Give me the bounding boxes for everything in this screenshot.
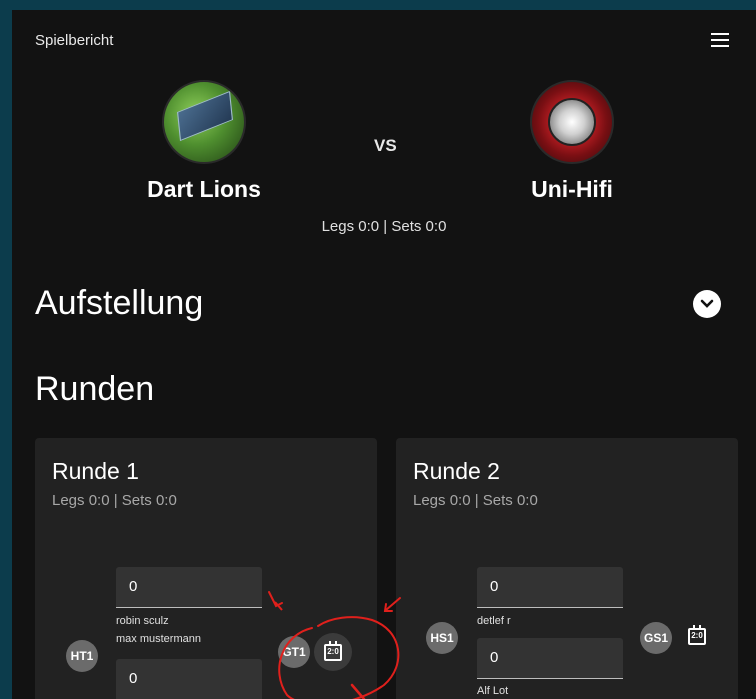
menu-icon[interactable] xyxy=(711,33,729,47)
app-window: Spielbericht Dart Lions VS Uni-Hifi Legs… xyxy=(12,10,756,699)
round-score: Legs 0:0 | Sets 0:0 xyxy=(413,492,538,509)
leg-score-field[interactable]: 0 xyxy=(116,567,262,608)
leg-score-field[interactable]: 0 xyxy=(116,659,262,699)
away-team: Uni-Hifi xyxy=(472,80,672,203)
home-team: Dart Lions xyxy=(104,80,304,203)
home-team-logo xyxy=(162,80,246,164)
scoreboard-icon: 2:0 xyxy=(324,641,342,661)
home-player-badge: HT1 xyxy=(66,640,98,672)
app-title: Spielbericht xyxy=(35,32,114,49)
scoreboard-icon[interactable]: 2:0 xyxy=(688,625,706,645)
leg-score-value: 0 xyxy=(490,578,499,595)
leg-score-field[interactable]: 0 xyxy=(477,567,623,608)
player-name: detlef r xyxy=(477,615,511,627)
away-player-badge: GT1 xyxy=(278,636,310,668)
player-name: Alf Lot xyxy=(477,685,509,697)
round-card-1: Runde 1 Legs 0:0 | Sets 0:0 0 robin scul… xyxy=(35,438,377,699)
player-name: robin sculz xyxy=(116,615,169,627)
away-player-badge: GS1 xyxy=(640,622,672,654)
lineup-heading: Aufstellung xyxy=(35,284,204,322)
versus-label: VS xyxy=(374,136,397,155)
leg-score-field[interactable]: 0 xyxy=(477,638,623,679)
round-card-2: Runde 2 Legs 0:0 | Sets 0:0 0 detlef r H… xyxy=(396,438,738,699)
scoreboard-button[interactable]: 2:0 xyxy=(314,633,352,671)
home-player-badge: HS1 xyxy=(426,622,458,654)
round-title: Runde 2 xyxy=(413,458,500,484)
home-team-name: Dart Lions xyxy=(147,176,261,202)
leg-score-value: 0 xyxy=(129,670,138,687)
top-app-bar: Spielbericht xyxy=(12,10,756,72)
round-score: Legs 0:0 | Sets 0:0 xyxy=(52,492,177,509)
leg-score-value: 0 xyxy=(490,649,499,666)
match-score: Legs 0:0 | Sets 0:0 xyxy=(321,218,447,235)
player-name: max mustermann xyxy=(116,633,201,645)
chevron-down-icon[interactable] xyxy=(693,290,721,318)
away-team-logo xyxy=(530,80,614,164)
leg-score-value: 0 xyxy=(129,578,138,595)
away-team-name: Uni-Hifi xyxy=(531,176,613,202)
round-title: Runde 1 xyxy=(52,458,139,484)
rounds-heading: Runden xyxy=(35,370,155,408)
